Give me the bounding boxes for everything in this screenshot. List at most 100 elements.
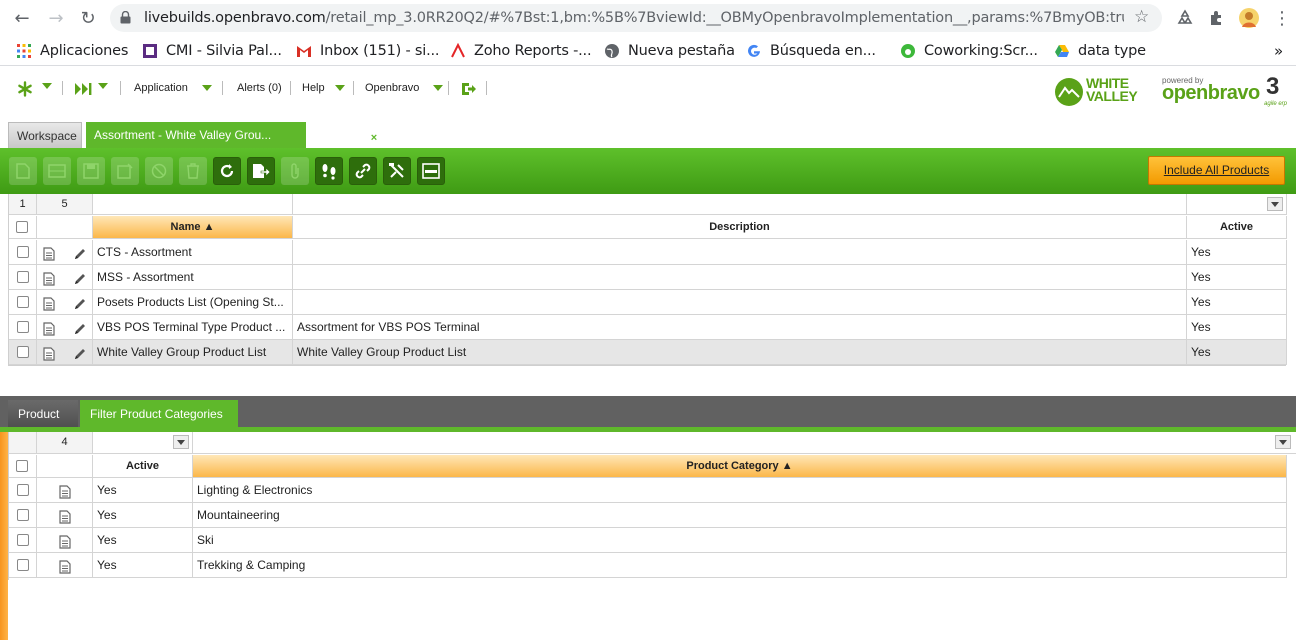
open-form-icon[interactable]: [43, 320, 55, 336]
cancel-circle-icon: [151, 163, 167, 179]
edit-pencil-icon[interactable]: [73, 320, 87, 334]
edit-pencil-icon[interactable]: [73, 345, 87, 359]
view-toggle-button[interactable]: [417, 157, 445, 185]
save-close-button[interactable]: [111, 157, 139, 185]
column-header-description[interactable]: Description: [293, 216, 1187, 238]
bookmark-nueva-pestana[interactable]: Nueva pestaña: [604, 42, 735, 60]
menu-help[interactable]: Help: [302, 82, 345, 94]
select-all-checkbox[interactable]: [16, 460, 28, 472]
table-row[interactable]: Yes Trekking & Camping: [9, 553, 1287, 578]
row-checkbox[interactable]: [17, 534, 29, 546]
table-row[interactable]: VBS POS Terminal Type Product ... Assortm…: [9, 315, 1287, 340]
row-checkbox[interactable]: [17, 484, 29, 496]
row-checkbox[interactable]: [17, 346, 29, 358]
logout-icon[interactable]: [460, 81, 476, 97]
chevron-down-icon[interactable]: [173, 435, 189, 449]
column-header-product-category[interactable]: Product Category ▲: [193, 455, 1287, 477]
description-filter-input[interactable]: [293, 194, 1187, 214]
chevron-down-icon[interactable]: [1267, 197, 1283, 211]
table-row[interactable]: Yes Mountaineering: [9, 503, 1287, 528]
new-row-icon: [48, 164, 66, 178]
row-checkbox[interactable]: [17, 321, 29, 333]
open-form-icon[interactable]: [59, 483, 71, 499]
back-arrow-icon[interactable]: ←: [10, 6, 34, 30]
address-bar[interactable]: livebuilds.openbravo.com/retail_mp_3.0RR…: [110, 4, 1162, 32]
bookmark-aplicaciones[interactable]: Aplicaciones: [16, 42, 128, 60]
attach-button[interactable]: [281, 157, 309, 185]
kebab-menu-icon[interactable]: ⋮: [1270, 6, 1294, 30]
column-header-active[interactable]: Active: [1187, 216, 1287, 238]
filter-row: 1 5: [9, 194, 1287, 215]
include-all-products-button[interactable]: Include All Products: [1148, 156, 1285, 185]
open-form-icon[interactable]: [43, 270, 55, 286]
refresh-button[interactable]: [213, 157, 241, 185]
column-header-active[interactable]: Active: [93, 455, 193, 477]
forward-arrow-icon[interactable]: →: [44, 6, 68, 30]
tools-button[interactable]: [383, 157, 411, 185]
open-form-icon[interactable]: [59, 508, 71, 524]
edit-pencil-icon[interactable]: [73, 270, 87, 284]
recycle-extension-icon[interactable]: [1176, 9, 1194, 27]
close-icon[interactable]: ×: [367, 131, 381, 145]
table-row[interactable]: MSS - Assortment Yes: [9, 265, 1287, 290]
table-row[interactable]: Posets Products List (Opening St... Yes: [9, 290, 1287, 315]
tab-product[interactable]: Product: [8, 400, 78, 429]
row-checkbox[interactable]: [17, 246, 29, 258]
open-form-icon[interactable]: [43, 345, 55, 361]
bookmark-data-type[interactable]: data type: [1054, 42, 1146, 60]
bookmark-inbox[interactable]: Inbox (151) - si...: [296, 42, 440, 60]
name-filter-input[interactable]: [93, 194, 293, 214]
extensions-puzzle-icon[interactable]: [1208, 9, 1226, 27]
open-form-icon[interactable]: [43, 245, 55, 261]
quick-launch-dropdown-icon[interactable]: [92, 83, 108, 89]
column-header-name[interactable]: Name ▲: [93, 216, 293, 238]
bookmark-zoho[interactable]: Zoho Reports -...: [450, 42, 592, 60]
reload-icon[interactable]: ↻: [76, 6, 100, 30]
delete-button[interactable]: [179, 157, 207, 185]
audit-trail-button[interactable]: [315, 157, 343, 185]
row-actions: [37, 553, 93, 577]
quick-launch-icon[interactable]: [74, 81, 92, 97]
bookmark-cmi[interactable]: CMI - Silvia Pal...: [142, 42, 282, 60]
bookmarks-overflow[interactable]: »: [1274, 42, 1283, 60]
table-row[interactable]: Yes Ski: [9, 528, 1287, 553]
row-checkbox[interactable]: [17, 559, 29, 571]
link-button[interactable]: [349, 157, 377, 185]
edit-pencil-icon[interactable]: [73, 245, 87, 259]
table-row[interactable]: White Valley Group Product List White Val…: [9, 340, 1287, 365]
bookmark-busqueda[interactable]: Búsqueda en...: [746, 42, 876, 60]
profile-avatar[interactable]: [1238, 6, 1260, 30]
menu-alerts[interactable]: Alerts (0): [237, 82, 282, 94]
save-button[interactable]: [77, 157, 105, 185]
row-checkbox[interactable]: [17, 509, 29, 521]
create-dropdown-icon[interactable]: [36, 83, 52, 89]
open-form-icon[interactable]: [59, 533, 71, 549]
table-row[interactable]: CTS - Assortment Yes: [9, 240, 1287, 265]
bookmark-coworking[interactable]: Coworking:Scr...: [900, 42, 1038, 60]
table-row[interactable]: Yes Lighting & Electronics: [9, 478, 1287, 503]
active-filter-select[interactable]: [93, 432, 193, 453]
category-filter-input[interactable]: [193, 432, 1296, 453]
new-document-button[interactable]: [9, 157, 37, 185]
subtab-bar: Product Filter Product Categories: [0, 396, 1296, 429]
chevron-down-icon[interactable]: [1275, 435, 1291, 449]
active-filter-select[interactable]: [1187, 194, 1287, 214]
tab-assortment[interactable]: Assortment - White Valley Grou... ×: [86, 122, 381, 148]
menu-openbravo[interactable]: Openbravo: [365, 82, 444, 94]
row-checkbox[interactable]: [17, 296, 29, 308]
menu-application[interactable]: Application: [134, 82, 212, 94]
row-checkbox[interactable]: [17, 271, 29, 283]
asterisk-create-icon[interactable]: [17, 81, 33, 97]
url-text: livebuilds.openbravo.com/retail_mp_3.0RR…: [144, 10, 1124, 26]
bookmark-star-icon[interactable]: ☆: [1134, 7, 1149, 27]
undo-button[interactable]: [145, 157, 173, 185]
new-row-button[interactable]: [43, 157, 71, 185]
edit-pencil-icon[interactable]: [73, 295, 87, 309]
export-button[interactable]: [247, 157, 275, 185]
open-form-icon[interactable]: [43, 295, 55, 311]
tab-filter-product-categories[interactable]: Filter Product Categories: [80, 400, 238, 429]
open-form-icon[interactable]: [59, 558, 71, 574]
select-all-checkbox[interactable]: [16, 221, 28, 233]
tab-workspace[interactable]: Workspace: [8, 122, 82, 148]
row-actions: [37, 290, 93, 314]
